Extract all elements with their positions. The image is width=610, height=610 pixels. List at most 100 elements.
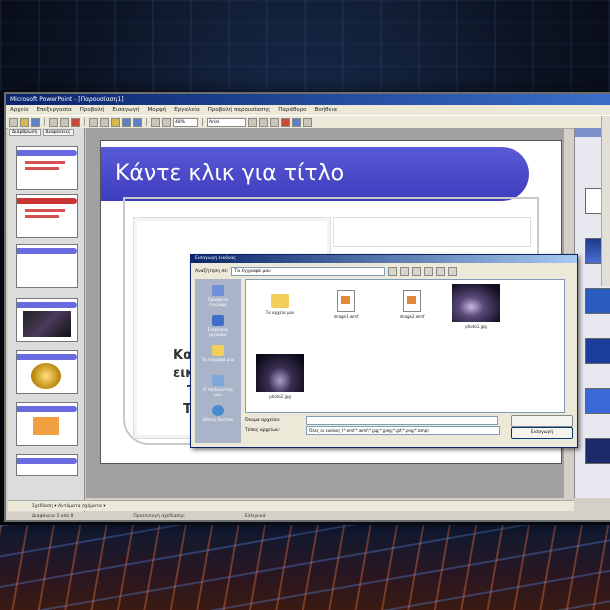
status-language: Ελληνικά [244, 514, 266, 519]
dialog-title: Εισαγωγή εικόνας [191, 255, 577, 263]
filename-label: Όνομα αρχείου: [245, 417, 281, 423]
toolbar-divider [84, 118, 85, 126]
design-thumbnail[interactable] [585, 288, 610, 314]
status-bar: Διαφάνεια 3 από 8 Προεπιλογή σχεδίασης Ε… [8, 512, 610, 520]
file-item[interactable]: photo2.jpg [248, 354, 312, 399]
file-item-folder[interactable]: Τα αρχεία μου [248, 294, 312, 315]
monitor-frame: Microsoft PowerPoint - [Παρουσίαση1] Αρχ… [4, 92, 610, 522]
menu-file[interactable]: Αρχείο [10, 105, 29, 115]
desktop-icon [212, 315, 224, 326]
folder-icon [212, 345, 224, 356]
file-list: Τα αρχεία μου image1.wmf image2.wmf phot… [245, 279, 565, 413]
status-slide-count: Διαφάνεια 3 από 8 [32, 514, 74, 519]
content-placeholder-right[interactable] [333, 217, 531, 247]
paste-icon[interactable] [111, 117, 120, 127]
place-my-computer[interactable]: Ο Υπολογιστής μου [201, 375, 235, 397]
place-desktop[interactable]: Επιφάνεια εργασίας [201, 315, 235, 337]
undo-icon[interactable] [122, 117, 131, 127]
menu-bar: Αρχείο Επεξεργασία Προβολή Εισαγωγή Μορφ… [6, 105, 610, 115]
filetype-label: Τύπος αρχείων: [245, 427, 281, 433]
vertical-scrollbar[interactable] [601, 116, 610, 286]
filename-input[interactable] [306, 415, 498, 425]
insert-button[interactable]: Εισαγωγή [511, 427, 573, 439]
menu-slideshow[interactable]: Προβολή παρουσίασης [208, 105, 271, 115]
computer-icon [212, 375, 224, 386]
design-thumbnail[interactable] [585, 438, 610, 464]
table-icon[interactable] [162, 117, 171, 127]
toolbar-divider [202, 118, 203, 126]
folder-icon [271, 294, 289, 308]
thumbnail-tabs: Διάρθρωση Διαφάνειες [8, 128, 84, 137]
design-thumbnail[interactable] [585, 338, 610, 364]
photo-thumbnail [256, 354, 304, 392]
toolbar-divider [146, 118, 147, 126]
italic-icon[interactable] [259, 117, 268, 127]
menu-help[interactable]: Βοήθεια [315, 105, 337, 115]
views-icon[interactable] [436, 267, 446, 276]
chart-icon[interactable] [151, 117, 160, 127]
image-file-icon [403, 290, 421, 312]
redo-icon[interactable] [133, 117, 142, 127]
bold-icon[interactable] [248, 117, 257, 127]
slide-thumbnail-pane: Διάρθρωση Διαφάνειες [8, 128, 85, 520]
look-in-label: Αναζήτηση σε: [195, 269, 229, 274]
slide-thumbnail[interactable] [16, 298, 78, 342]
drawing-toolbar[interactable]: Σχεδίαση ▾ Αυτόματα σχήματα ▾ [8, 500, 574, 511]
places-bar: Πρόσφατα έγγραφα Επιφάνεια εργασίας Τα έ… [195, 279, 241, 443]
slide-thumbnail[interactable] [16, 402, 78, 446]
standard-toolbar: 48% Arial [6, 115, 610, 129]
spelling-icon[interactable] [71, 117, 80, 127]
new-icon[interactable] [9, 117, 18, 127]
filetype-select[interactable]: Όλες οι εικόνες (*.emf;*.wmf;*.jpg;*.jpe… [306, 425, 500, 435]
status-design: Προεπιλογή σχεδίασης [133, 514, 185, 519]
menu-insert[interactable]: Εισαγωγή [112, 105, 139, 115]
menu-tools[interactable]: Εργαλεία [174, 105, 200, 115]
underline-icon[interactable] [270, 117, 279, 127]
design-icon[interactable] [292, 117, 301, 127]
save-icon[interactable] [31, 117, 40, 127]
place-recent[interactable]: Πρόσφατα έγγραφα [201, 285, 235, 307]
image-file-icon [337, 290, 355, 312]
print-icon[interactable] [49, 117, 58, 127]
tab-slides[interactable]: Διαφάνειες [42, 129, 74, 136]
place-my-documents[interactable]: Τα έγγραφά μου [201, 345, 235, 362]
look-in-row: Αναζήτηση σε: Τα έγγραφά μου [195, 267, 573, 276]
slide-thumbnail[interactable] [16, 194, 78, 238]
back-icon[interactable] [388, 267, 398, 276]
place-network[interactable]: Θέσεις δικτύου [201, 405, 235, 422]
file-item[interactable]: image1.wmf [314, 290, 378, 319]
insert-picture-dialog: Εισαγωγή εικόνας Αναζήτηση σε: Τα έγγραφ… [190, 254, 578, 448]
new-slide-icon[interactable] [303, 117, 312, 127]
slide-thumbnail[interactable] [16, 454, 78, 476]
powerpoint-window: Microsoft PowerPoint - [Παρουσίαση1] Αρχ… [6, 94, 610, 520]
photo-thumbnail [452, 284, 500, 322]
file-item[interactable]: image2.wmf [380, 290, 444, 319]
copy-icon[interactable] [100, 117, 109, 127]
up-folder-icon[interactable] [400, 267, 410, 276]
font-color-icon[interactable] [281, 117, 290, 127]
look-in-select[interactable]: Τα έγγραφά μου [231, 267, 386, 276]
slide-thumbnail[interactable] [16, 244, 78, 288]
preview-icon[interactable] [60, 117, 69, 127]
file-item[interactable]: photo1.jpg [444, 284, 508, 329]
menu-window[interactable]: Παράθυρο [278, 105, 306, 115]
slide-title[interactable]: Κάντε κλικ για τίτλο [101, 147, 529, 201]
menu-view[interactable]: Προβολή [80, 105, 105, 115]
slide-thumbnail[interactable] [16, 146, 78, 190]
open-icon[interactable] [20, 117, 29, 127]
tools-button[interactable] [511, 415, 573, 427]
zoom-select[interactable]: 48% [173, 117, 198, 127]
tools-icon[interactable] [448, 267, 458, 276]
delete-icon[interactable] [412, 267, 422, 276]
background-top [0, 0, 610, 92]
new-folder-icon[interactable] [424, 267, 434, 276]
design-thumbnail[interactable] [585, 388, 610, 414]
cut-icon[interactable] [89, 117, 98, 127]
menu-edit[interactable]: Επεξεργασία [37, 105, 72, 115]
menu-format[interactable]: Μορφή [147, 105, 166, 115]
window-title: Microsoft PowerPoint - [Παρουσίαση1] [6, 94, 610, 105]
tab-outline[interactable]: Διάρθρωση [9, 129, 41, 136]
slide-thumbnail[interactable] [16, 350, 78, 394]
network-icon [212, 405, 224, 416]
font-select[interactable]: Arial [207, 117, 246, 127]
